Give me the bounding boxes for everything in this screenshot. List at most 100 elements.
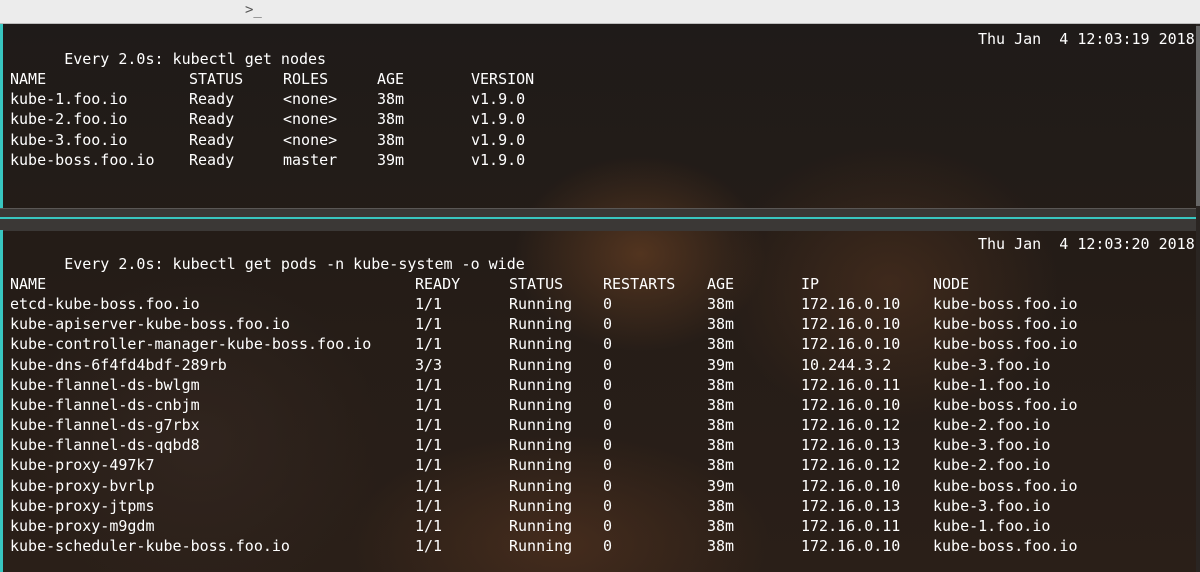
pods-cell: kube-1.foo.io bbox=[933, 516, 1051, 535]
pods-watch-pane[interactable]: Every 2.0s: kubectl get pods -n kube-sys… bbox=[0, 230, 1200, 572]
pane-divider-accent bbox=[0, 217, 1196, 219]
pods-cell: Running bbox=[509, 516, 573, 535]
pods-cell: 1/1 bbox=[415, 536, 443, 555]
pods-cell: kube-boss.foo.io bbox=[933, 395, 1078, 414]
nodes-cell: 39m bbox=[377, 150, 405, 169]
pods-cell: kube-apiserver-kube-boss.foo.io bbox=[10, 315, 290, 334]
nodes-cell: v1.9.0 bbox=[471, 130, 526, 149]
pods-cell: 1/1 bbox=[415, 416, 443, 435]
pods-cell: 1/1 bbox=[415, 476, 443, 495]
pods-cell: 38m bbox=[707, 536, 735, 555]
pods-cell: 38m bbox=[707, 375, 735, 394]
nodes-cell: 38m bbox=[377, 90, 405, 109]
pods-cell: 172.16.0.11 bbox=[801, 516, 901, 535]
pods-cell: 10.244.3.2 bbox=[801, 355, 892, 374]
pods-cell: kube-boss.foo.io bbox=[933, 476, 1078, 495]
terminal-window[interactable]: Every 2.0s: kubectl get nodes Thu Jan 4 … bbox=[0, 24, 1200, 572]
pods-cell: AGE bbox=[707, 275, 735, 293]
pods-cell: Running bbox=[509, 536, 573, 555]
nodes-cell: <none> bbox=[283, 90, 338, 109]
nodes-cell: VERSION bbox=[471, 70, 535, 88]
pods-cell: 0 bbox=[603, 416, 613, 435]
nodes-cell: <none> bbox=[283, 130, 338, 149]
nodes-timestamp: Thu Jan 4 12:03:19 2018 bbox=[978, 30, 1195, 48]
pods-cell: STATUS bbox=[509, 275, 564, 293]
pods-cell: 1/1 bbox=[415, 295, 443, 314]
pods-cell: kube-flannel-ds-qqbd8 bbox=[10, 436, 200, 455]
pods-cell: 172.16.0.10 bbox=[801, 315, 901, 334]
pods-cell: 1/1 bbox=[415, 436, 443, 455]
pods-cell: 0 bbox=[603, 476, 613, 495]
pods-cell: Running bbox=[509, 335, 573, 354]
pods-cell: 38m bbox=[707, 456, 735, 475]
pods-cell: 172.16.0.10 bbox=[801, 476, 901, 495]
pods-cell: 3/3 bbox=[415, 355, 443, 374]
pods-cell: 172.16.0.10 bbox=[801, 335, 901, 354]
pods-cell: 172.16.0.10 bbox=[801, 395, 901, 414]
pods-cell: 38m bbox=[707, 516, 735, 535]
nodes-cell: <none> bbox=[283, 110, 338, 129]
pods-cell: kube-boss.foo.io bbox=[933, 315, 1078, 334]
pods-cell: RESTARTS bbox=[603, 275, 676, 293]
nodes-cell: kube-boss.foo.io bbox=[10, 150, 155, 169]
pods-cell: kube-proxy-bvrlp bbox=[10, 476, 155, 495]
pods-cell: kube-boss.foo.io bbox=[933, 536, 1078, 555]
nodes-command: Every 2.0s: kubectl get nodes bbox=[64, 50, 327, 68]
nodes-cell: v1.9.0 bbox=[471, 110, 526, 129]
pods-cell: kube-2.foo.io bbox=[933, 456, 1051, 475]
nodes-cell: Ready bbox=[189, 110, 235, 129]
nodes-cell: Ready bbox=[189, 90, 235, 109]
pods-header-line: Every 2.0s: kubectl get pods -n kube-sys… bbox=[10, 234, 1195, 273]
pods-cell: 38m bbox=[707, 295, 735, 314]
pods-cell: 172.16.0.13 bbox=[801, 436, 901, 455]
pods-cell: 1/1 bbox=[415, 335, 443, 354]
pods-cell: etcd-kube-boss.foo.io bbox=[10, 295, 200, 314]
pods-cell: 38m bbox=[707, 436, 735, 455]
pods-cell: kube-boss.foo.io bbox=[933, 295, 1078, 314]
pods-cell: NAME bbox=[10, 275, 47, 293]
pods-cell: Running bbox=[509, 395, 573, 414]
nodes-cell: AGE bbox=[377, 70, 405, 88]
pods-cell: 172.16.0.12 bbox=[801, 456, 901, 475]
pods-cell: 0 bbox=[603, 335, 613, 354]
pods-cell: kube-controller-manager-kube-boss.foo.io bbox=[10, 335, 372, 354]
pods-cell: kube-flannel-ds-g7rbx bbox=[10, 416, 200, 435]
nodes-cell: kube-1.foo.io bbox=[10, 90, 128, 109]
pods-cell: 39m bbox=[707, 476, 735, 495]
pods-cell: 1/1 bbox=[415, 456, 443, 475]
nodes-cell: v1.9.0 bbox=[471, 90, 526, 109]
pods-cell: Running bbox=[509, 496, 573, 515]
scrollbar-thumb[interactable] bbox=[1196, 26, 1200, 206]
pods-cell: 1/1 bbox=[415, 315, 443, 334]
pods-cell: NODE bbox=[933, 275, 970, 293]
pods-cell: 1/1 bbox=[415, 395, 443, 414]
pods-cell: Running bbox=[509, 295, 573, 314]
pods-cell: 38m bbox=[707, 496, 735, 515]
pods-cell: 0 bbox=[603, 295, 613, 314]
window-titlebar: >_ bbox=[0, 0, 1200, 24]
pane-divider[interactable] bbox=[0, 208, 1196, 231]
nodes-watch-pane[interactable]: Every 2.0s: kubectl get nodes Thu Jan 4 … bbox=[0, 24, 1200, 208]
pods-cell: kube-proxy-497k7 bbox=[10, 456, 155, 475]
pods-cell: IP bbox=[801, 275, 820, 293]
pods-cell: kube-3.foo.io bbox=[933, 496, 1051, 515]
pods-cell: kube-flannel-ds-cnbjm bbox=[10, 395, 200, 414]
pods-cell: 0 bbox=[603, 355, 613, 374]
pods-cell: Running bbox=[509, 436, 573, 455]
pods-cell: 1/1 bbox=[415, 496, 443, 515]
pods-cell: READY bbox=[415, 275, 461, 293]
pods-cell: Running bbox=[509, 375, 573, 394]
pods-cell: 172.16.0.10 bbox=[801, 536, 901, 555]
nodes-cell: Ready bbox=[189, 150, 235, 169]
nodes-header-line: Every 2.0s: kubectl get nodes Thu Jan 4 … bbox=[10, 29, 1195, 68]
nodes-cell: v1.9.0 bbox=[471, 150, 526, 169]
pods-cell: Running bbox=[509, 476, 573, 495]
pods-cell: 172.16.0.12 bbox=[801, 416, 901, 435]
pods-cell: kube-boss.foo.io bbox=[933, 335, 1078, 354]
pods-cell: Running bbox=[509, 456, 573, 475]
scrollbar[interactable] bbox=[1196, 24, 1200, 572]
pods-cell: 38m bbox=[707, 395, 735, 414]
pods-cell: 39m bbox=[707, 355, 735, 374]
pods-cell: Running bbox=[509, 355, 573, 374]
pods-cell: kube-1.foo.io bbox=[933, 375, 1051, 394]
